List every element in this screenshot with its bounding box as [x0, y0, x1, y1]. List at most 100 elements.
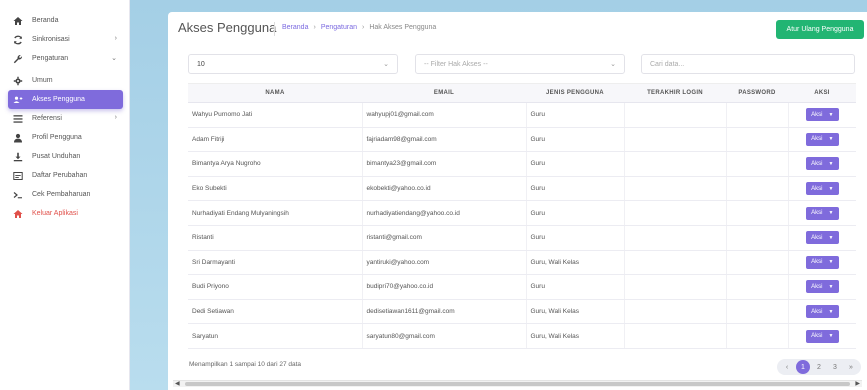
- sidebar-item-label: Pusat Unduhan: [32, 153, 81, 160]
- per-page-select[interactable]: 10 ⌄: [188, 54, 398, 74]
- cell-password: [726, 102, 789, 128]
- breadcrumb: Beranda › Pengaturan › Hak Akses Penggun…: [282, 24, 436, 31]
- sidebar-item-label: Cek Pembaharuan: [32, 191, 91, 198]
- sidebar-item-sinkronisasi[interactable]: Sinkronisasi ›: [8, 30, 123, 49]
- sidebar-item-beranda[interactable]: Beranda: [8, 11, 123, 30]
- row-action-label: Aksi: [811, 160, 823, 167]
- user-access-icon: [12, 94, 24, 106]
- pagination-page-2[interactable]: 2: [812, 360, 826, 374]
- search-placeholder: Cari data...: [650, 60, 685, 68]
- row-action-button[interactable]: Aksi ▼: [805, 255, 839, 269]
- row-action-button[interactable]: Aksi ▼: [805, 206, 839, 220]
- chevron-down-icon: ▼: [828, 210, 834, 217]
- chevron-down-icon: ▼: [828, 234, 834, 241]
- sidebar-item-profil-pengguna[interactable]: Profil Pengguna: [8, 128, 123, 147]
- chevron-right-icon: ›: [114, 114, 117, 121]
- cell-terakhir-login: [624, 225, 727, 251]
- logout-home-icon: [12, 208, 24, 220]
- cell-terakhir-login: [624, 151, 727, 177]
- row-action-button[interactable]: Aksi ▼: [805, 231, 839, 245]
- pagination: ‹ 1 2 3»: [777, 359, 861, 375]
- pagination-page-1[interactable]: 1: [796, 360, 810, 374]
- chevron-down-icon: ⌄: [610, 61, 616, 68]
- download-icon: [12, 151, 24, 163]
- chevron-down-icon: ▼: [828, 136, 834, 143]
- row-action-button[interactable]: Aksi ▼: [805, 132, 839, 146]
- cell-jenis: Guru: [526, 176, 625, 202]
- row-action-button[interactable]: Aksi ▼: [805, 182, 839, 196]
- row-action-button[interactable]: Aksi ▼: [805, 329, 839, 343]
- table-row: Sri Darmayanti yantiruki@yahoo.com Guru, W…: [188, 250, 856, 276]
- breadcrumb-pengaturan[interactable]: Pengaturan: [321, 24, 357, 31]
- row-action-button[interactable]: Aksi ▼: [805, 280, 839, 294]
- table-row: Ristanti ristanti@gmail.com Guru Aksi ▼: [188, 225, 856, 251]
- sidebar-item-akses-pengguna[interactable]: Akses Pengguna: [8, 90, 123, 109]
- sidebar-item-keluar-aplikasi[interactable]: Keluar Aplikasi: [8, 204, 123, 223]
- cell-email: ekobekti@yahoo.co.id: [362, 176, 527, 202]
- pagination-page-3[interactable]: 3: [828, 360, 842, 374]
- sidebar-item-referensi[interactable]: Referensi ›: [8, 109, 123, 128]
- sidebar-item-daftar-perubahan[interactable]: Daftar Perubahan: [8, 166, 123, 185]
- pagination-next[interactable]: »: [844, 360, 858, 374]
- cell-email: dedisetiawan1611@gmail.com: [362, 299, 527, 325]
- table-row: Nurhadiyati Endang Mulyaningsih nurhadiya…: [188, 200, 856, 226]
- sidebar-item-label: Pengaturan: [32, 55, 69, 62]
- row-action-button[interactable]: Aksi ▼: [805, 108, 839, 122]
- cell-email: wahyupj01@gmail.com: [362, 102, 527, 128]
- pagination-prev[interactable]: ‹: [780, 360, 794, 374]
- cell-jenis: Guru: [526, 274, 625, 300]
- scrollbar-thumb[interactable]: [185, 382, 850, 386]
- search-input[interactable]: Cari data...: [641, 54, 855, 74]
- cell-jenis: Guru: [526, 225, 625, 251]
- row-action-label: Aksi: [811, 333, 823, 340]
- column-header-email[interactable]: EMAIL: [362, 83, 526, 103]
- scroll-left-icon[interactable]: ◀: [175, 380, 180, 387]
- table-row: Dedi Setiawan dedisetiawan1611@gmail.com G…: [188, 299, 856, 325]
- chevron-down-icon: ▼: [828, 185, 834, 192]
- terminal-icon: [12, 189, 24, 201]
- column-header-password[interactable]: PASSWORD: [726, 83, 788, 103]
- row-action-label: Aksi: [811, 210, 823, 217]
- cell-password: [726, 250, 789, 276]
- sidebar-item-label: Daftar Perubahan: [32, 172, 88, 179]
- sidebar-item-cek-pembaharuan[interactable]: Cek Pembaharuan: [8, 185, 123, 204]
- cell-email: yantiruki@yahoo.com: [362, 250, 527, 276]
- sidebar-item-umum[interactable]: Umum: [8, 71, 123, 90]
- sidebar: Beranda Sinkronisasi › Pengaturan ⌄ Umum Akses…: [0, 0, 130, 390]
- chevron-down-icon: ▼: [828, 333, 834, 340]
- title-divider: [274, 22, 275, 36]
- sidebar-item-label: Akses Pengguna: [32, 96, 85, 103]
- cell-nama: Eko Subekti: [188, 176, 363, 202]
- row-action-button[interactable]: Aksi ▼: [805, 305, 839, 319]
- cell-terakhir-login: [624, 200, 727, 226]
- chevron-down-icon: ▼: [828, 259, 834, 266]
- cell-nama: Nurhadiyati Endang Mulyaningsih: [188, 200, 363, 226]
- cell-password: [726, 323, 789, 349]
- sidebar-item-pusat-unduhan[interactable]: Pusat Unduhan: [8, 147, 123, 166]
- changelog-icon: [12, 170, 24, 182]
- reset-users-button[interactable]: Atur Ulang Pengguna: [776, 20, 864, 39]
- sidebar-item-label: Profil Pengguna: [32, 134, 82, 141]
- cell-jenis: Guru: [526, 151, 625, 177]
- cell-terakhir-login: [624, 102, 727, 128]
- cell-nama: Wahyu Purnomo Jati: [188, 102, 363, 128]
- breadcrumb-beranda[interactable]: Beranda: [282, 24, 308, 31]
- cell-email: saryatun80@gmail.com: [362, 323, 527, 349]
- horizontal-scrollbar[interactable]: ◀ ▶: [173, 380, 862, 387]
- cell-aksi: Aksi ▼: [788, 151, 856, 177]
- row-action-label: Aksi: [811, 259, 823, 266]
- row-action-label: Aksi: [811, 136, 823, 143]
- column-header-nama[interactable]: NAMA: [188, 83, 362, 103]
- column-header-login[interactable]: TERAKHIR LOGIN: [624, 83, 726, 103]
- cell-aksi: Aksi ▼: [788, 176, 856, 202]
- sidebar-item-label: Beranda: [32, 17, 59, 24]
- row-action-button[interactable]: Aksi ▼: [805, 157, 839, 171]
- role-filter-select[interactable]: -- Filter Hak Akses -- ⌄: [415, 54, 625, 74]
- breadcrumb-separator: ›: [362, 24, 365, 31]
- sidebar-item-pengaturan[interactable]: Pengaturan ⌄: [8, 49, 123, 68]
- column-header-jenis[interactable]: JENIS PENGGUNA: [526, 83, 624, 103]
- chevron-down-icon: ⌄: [383, 61, 389, 68]
- table-header-row: NAMA EMAIL JENIS PENGGUNA TERAKHIR LOGIN…: [188, 83, 856, 103]
- table-row: Saryatun saryatun80@gmail.com Guru, Wali K…: [188, 323, 856, 349]
- scroll-right-icon[interactable]: ▶: [855, 380, 860, 387]
